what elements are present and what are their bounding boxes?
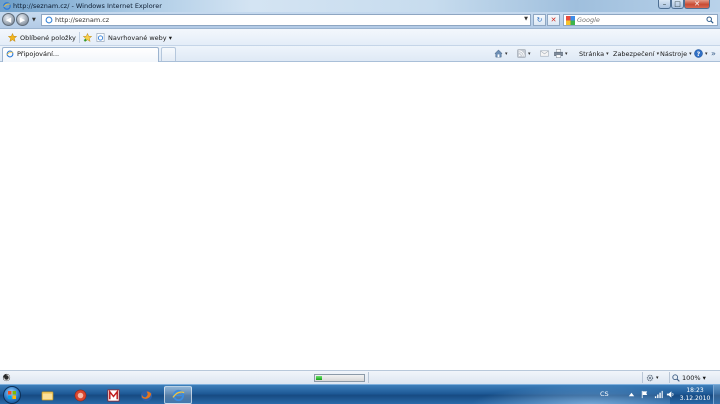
start-button[interactable]	[3, 386, 21, 404]
folder-icon	[41, 391, 53, 400]
new-tab-button[interactable]	[161, 47, 176, 61]
tools-menu-label: Nástroje	[660, 49, 688, 58]
status-divider	[368, 372, 369, 383]
m-app-icon	[107, 389, 119, 401]
toolbar-separator	[79, 32, 80, 43]
suggested-sites-button[interactable]: Navrhované weby ▾	[96, 32, 172, 43]
clock-date: 3.12.2010	[679, 394, 711, 402]
tools-menu-button[interactable]: Nástroje ▾	[660, 48, 692, 59]
svg-text:?: ?	[697, 51, 701, 58]
ie-page-icon	[96, 33, 105, 42]
suggested-sites-label: Navrhované weby ▾	[108, 33, 172, 42]
loading-progress-fill	[316, 376, 322, 380]
clock-time: 18:23	[686, 387, 704, 394]
status-divider	[669, 372, 670, 383]
print-button[interactable]: ▾	[554, 48, 568, 59]
taskbar-firefox[interactable]	[132, 386, 160, 404]
rss-feed-icon	[517, 49, 526, 58]
search-box[interactable]	[563, 14, 718, 26]
red-app-icon	[74, 389, 86, 401]
search-icon[interactable]	[706, 16, 714, 24]
recent-pages-dropdown[interactable]: ▼	[32, 17, 36, 23]
tab-bar: Připojování... ▾ ▾ ▾ Stránka ▾ Zabezpeče…	[0, 46, 720, 62]
favorites-bar: Oblíbené položky Navrhované weby ▾	[0, 29, 720, 46]
network-icon[interactable]	[654, 390, 663, 399]
language-indicator[interactable]: CS	[600, 390, 609, 398]
search-input[interactable]	[577, 15, 697, 25]
page-menu-label: Stránka	[579, 49, 605, 58]
minimize-button[interactable]: –	[658, 0, 671, 9]
maximize-button[interactable]: □	[671, 0, 684, 9]
address-dropdown-icon[interactable]: ▼	[524, 16, 528, 22]
tab-loading[interactable]: Připojování...	[2, 47, 159, 62]
page-menu-button[interactable]: Stránka ▾	[579, 48, 609, 59]
tab-label: Připojování...	[17, 50, 60, 58]
loading-status-icon	[2, 373, 11, 382]
favorites-button[interactable]: Oblíbené položky	[8, 32, 76, 43]
loading-progress-bar	[314, 374, 365, 382]
taskbar-app-m[interactable]	[99, 386, 127, 404]
windows-logo-icon	[8, 391, 16, 399]
add-favorite-star-icon	[83, 33, 92, 42]
taskbar-explorer[interactable]	[33, 386, 61, 404]
ie-tab-icon	[6, 50, 14, 58]
help-button[interactable]: ? ▾	[694, 48, 708, 59]
add-to-favorites-bar-button[interactable]	[83, 32, 92, 43]
refresh-button[interactable]: ↻	[533, 14, 546, 26]
show-hidden-icons-icon[interactable]	[627, 390, 636, 399]
title-bar[interactable]: http://seznam.cz/ - Windows Internet Exp…	[0, 0, 720, 12]
status-bar: ▾ 100% ▾	[0, 370, 720, 384]
read-mail-button[interactable]	[540, 48, 549, 59]
clock[interactable]: 18:23 3.12.2010	[678, 387, 712, 402]
taskbar-internet-explorer[interactable]	[164, 386, 192, 404]
show-desktop-button[interactable]	[713, 385, 720, 404]
forward-button[interactable]: ▶	[16, 13, 29, 26]
close-button[interactable]: ✕	[684, 0, 710, 9]
star-icon	[8, 33, 17, 42]
home-button[interactable]: ▾	[494, 48, 508, 59]
firefox-icon	[140, 389, 152, 401]
mail-icon	[540, 50, 549, 57]
security-menu-label: Zabezpečení	[613, 49, 655, 58]
status-divider	[642, 372, 643, 383]
taskbar: CS 18:23 3.12.2010	[0, 384, 720, 404]
stop-button[interactable]: ✕	[547, 14, 560, 26]
page-icon	[45, 16, 53, 24]
zoom-icon	[672, 374, 680, 382]
protected-mode-button[interactable]: ▾	[646, 373, 659, 383]
web-page-content[interactable]	[0, 62, 720, 370]
ie-logo-icon	[3, 2, 11, 10]
volume-icon[interactable]	[666, 390, 675, 399]
window-title: http://seznam.cz/ - Windows Internet Exp…	[13, 2, 162, 10]
taskbar-app-red[interactable]	[66, 386, 94, 404]
action-center-flag-icon[interactable]	[640, 390, 649, 399]
security-menu-button[interactable]: Zabezpečení ▾	[613, 48, 659, 59]
address-input[interactable]	[55, 15, 525, 25]
home-icon	[494, 49, 503, 58]
zoom-level: 100%	[682, 374, 701, 382]
google-icon	[566, 16, 575, 25]
zoom-button[interactable]: 100% ▾	[672, 373, 706, 383]
toolbar-chevron-icon[interactable]: »	[711, 48, 716, 59]
ie-icon	[171, 389, 184, 401]
favorites-label: Oblíbené položky	[20, 33, 76, 42]
gear-icon	[646, 374, 654, 382]
back-button[interactable]: ◀	[2, 13, 15, 26]
navigation-bar: ◀ ▶ ▼ ▼ ↻ ✕	[0, 12, 720, 29]
printer-icon	[554, 49, 563, 58]
address-bar[interactable]: ▼	[41, 14, 531, 26]
help-icon: ?	[694, 49, 703, 58]
feeds-button[interactable]: ▾	[517, 48, 531, 59]
